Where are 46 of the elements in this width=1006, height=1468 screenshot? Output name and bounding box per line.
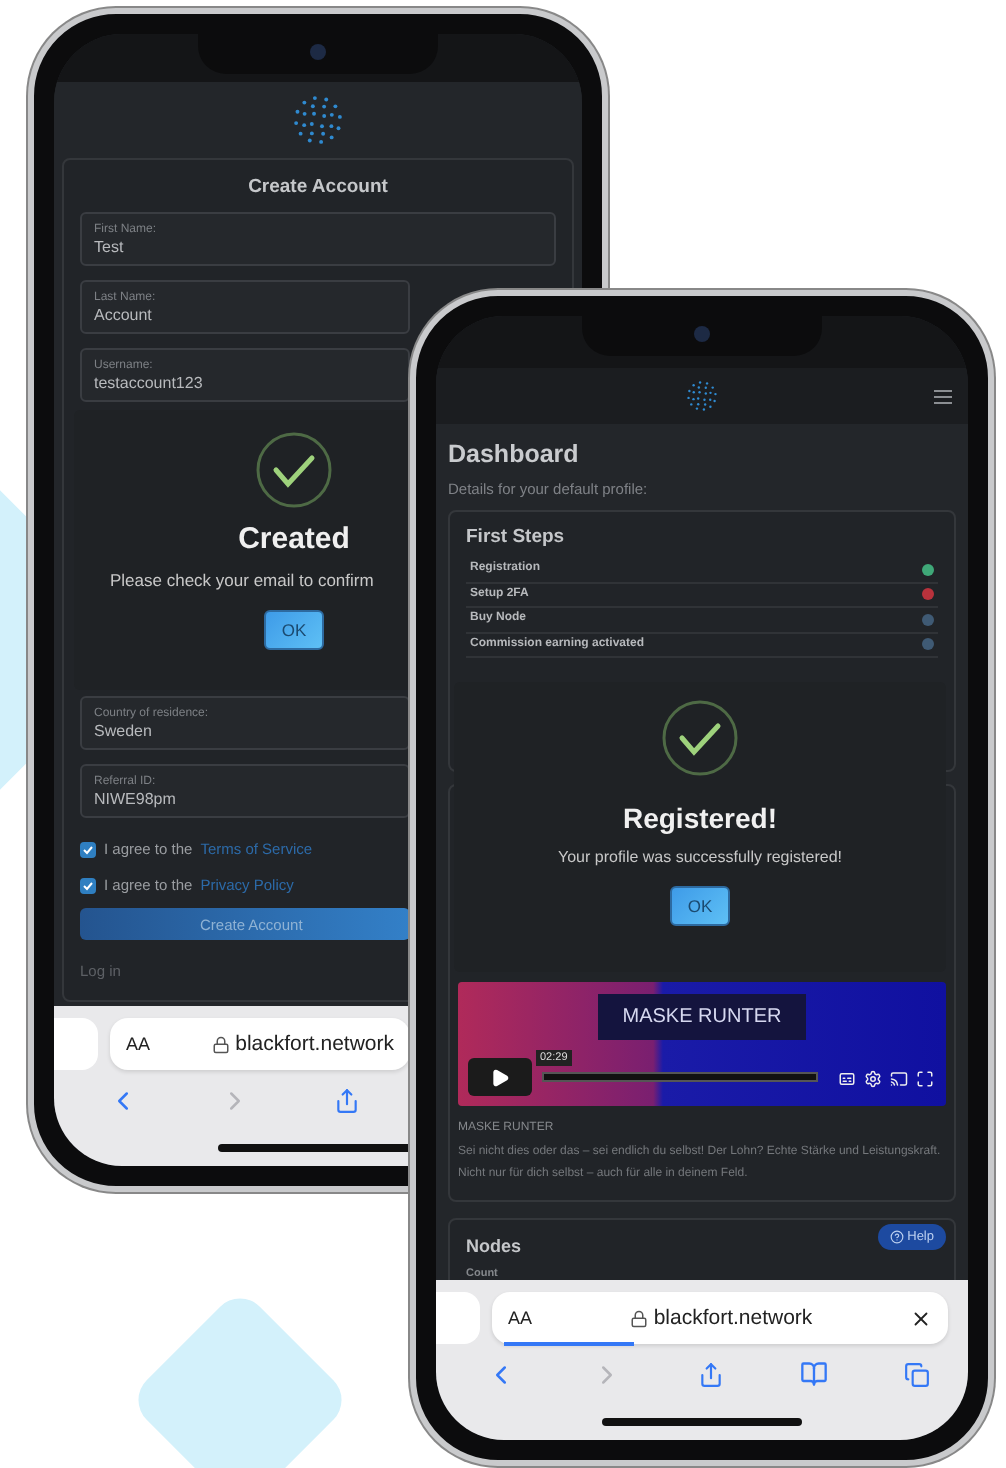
video-title-banner: MASKE RUNTER <box>598 994 806 1040</box>
tabs-icon[interactable] <box>904 1361 930 1387</box>
dialog-message: Your profile was successfully registered! <box>558 847 842 867</box>
text-size-button[interactable]: AA <box>508 1308 533 1328</box>
url-text: blackfort.network <box>653 1306 813 1330</box>
address-bar[interactable]: AA blackfort.network <box>492 1292 948 1344</box>
url-text: blackfort.network <box>235 1032 394 1056</box>
menu-icon[interactable] <box>934 389 952 403</box>
field-value: Test <box>94 237 126 255</box>
field-value: testaccount123 <box>94 373 205 391</box>
card-title: First Steps <box>466 526 565 548</box>
dialog-title: Registered! <box>622 802 778 836</box>
logo-icon <box>292 94 344 146</box>
agree-checkbox[interactable] <box>80 841 96 857</box>
check-circle-icon <box>254 430 334 510</box>
field-value: NIWE98pm <box>94 789 178 807</box>
settings-icon[interactable] <box>864 1070 882 1088</box>
progress-track[interactable] <box>542 1072 818 1082</box>
agree-checkbox[interactable] <box>80 877 96 893</box>
dialog-title: Created <box>238 522 350 558</box>
dialog-message: Please check your email to confirm <box>110 570 374 591</box>
card-title: Nodes <box>466 1236 522 1257</box>
lock-icon <box>629 1309 648 1327</box>
captions-icon[interactable] <box>838 1070 856 1088</box>
ok-button[interactable]: OK <box>264 610 324 651</box>
ok-button[interactable]: OK <box>670 886 730 927</box>
check-circle-icon <box>660 698 740 778</box>
help-icon <box>889 1230 904 1245</box>
lock-icon <box>211 1035 230 1053</box>
camera-icon <box>694 326 710 342</box>
play-icon <box>490 1067 510 1087</box>
cast-icon[interactable] <box>890 1070 908 1088</box>
field-value: Account <box>94 305 154 323</box>
logo-icon <box>686 380 718 412</box>
card-title: Create Account <box>248 176 388 198</box>
play-button[interactable] <box>468 1058 532 1096</box>
camera-icon <box>310 44 326 60</box>
field-value: Sweden <box>94 721 154 739</box>
bookmarks-icon[interactable] <box>800 1360 828 1388</box>
page-title: Dashboard <box>448 440 581 470</box>
share-icon[interactable] <box>698 1361 724 1387</box>
text-size-button[interactable]: AA <box>126 1034 151 1054</box>
share-icon[interactable] <box>334 1087 361 1113</box>
close-icon[interactable] <box>910 1307 932 1329</box>
address-bar[interactable]: AA blackfort.network <box>110 1018 410 1070</box>
fullscreen-icon[interactable] <box>916 1070 934 1088</box>
